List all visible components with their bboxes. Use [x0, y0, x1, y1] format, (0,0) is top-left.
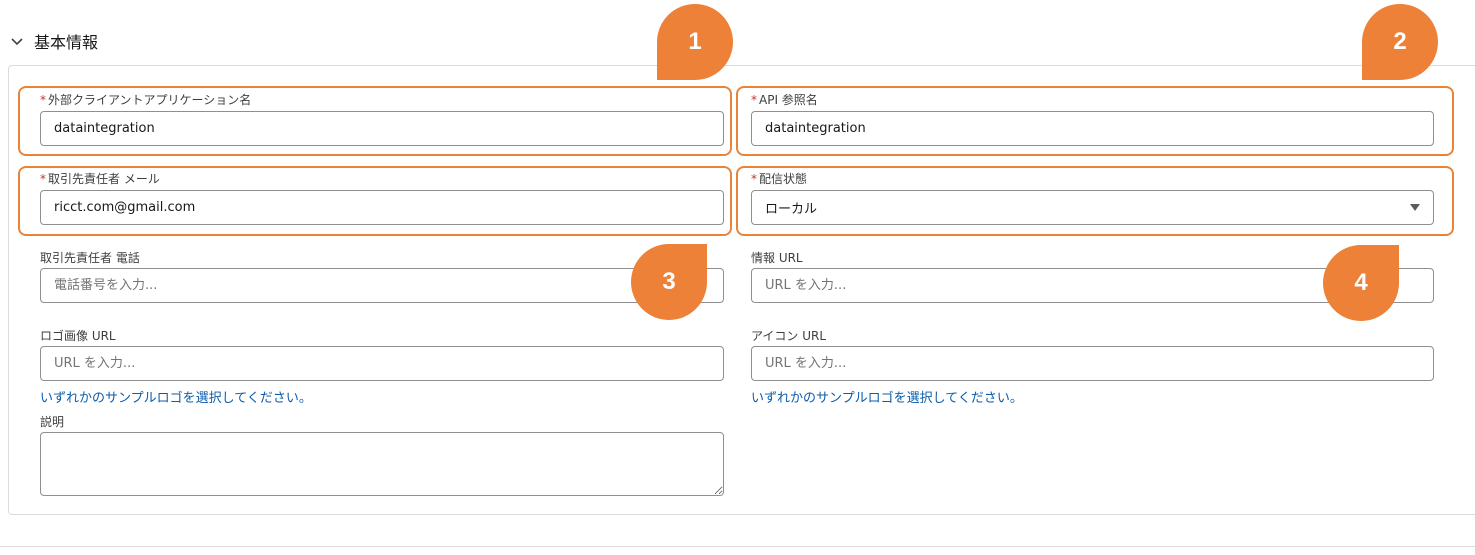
- icon-url-label: アイコン URL: [751, 329, 827, 343]
- logo-url-label: ロゴ画像 URL: [40, 329, 116, 343]
- api-name-input[interactable]: [751, 111, 1434, 146]
- required-marker: *: [40, 172, 46, 186]
- callout-3: 3: [631, 244, 707, 320]
- contact-email-label: * 取引先責任者 メール: [40, 172, 160, 186]
- callout-1: 1: [657, 4, 733, 80]
- contact-phone-input[interactable]: [40, 268, 724, 303]
- required-marker: *: [751, 172, 757, 186]
- required-marker: *: [40, 93, 46, 107]
- required-marker: *: [751, 93, 757, 107]
- distribution-state-value: ローカル: [765, 202, 818, 217]
- section-title: 基本情報: [34, 33, 99, 52]
- logo-url-input[interactable]: [40, 346, 724, 381]
- caret-down-icon[interactable]: [1410, 204, 1420, 211]
- sample-icon-link[interactable]: いずれかのサンプルロゴを選択してください。: [751, 387, 1023, 406]
- sample-logo-link[interactable]: いずれかのサンプルロゴを選択してください。: [40, 387, 312, 406]
- info-url-label: 情報 URL: [751, 251, 803, 265]
- api-name-label: * API 参照名: [751, 93, 818, 107]
- contact-phone-label: 取引先責任者 電話: [40, 251, 140, 265]
- description-label: 説明: [40, 415, 65, 429]
- distribution-state-label: * 配信状態: [751, 172, 808, 186]
- callout-4: 4: [1323, 245, 1399, 321]
- app-name-label: * 外部クライアントアプリケーション名: [40, 93, 252, 107]
- description-textarea[interactable]: [40, 432, 724, 496]
- app-name-input[interactable]: [40, 111, 724, 146]
- divider: [0, 546, 1475, 547]
- icon-url-input[interactable]: [751, 346, 1434, 381]
- callout-2: 2: [1362, 4, 1438, 80]
- distribution-state-select[interactable]: ローカル: [751, 190, 1434, 225]
- section-header[interactable]: 基本情報: [8, 27, 98, 55]
- chevron-down-icon[interactable]: [8, 32, 26, 50]
- contact-email-input[interactable]: [40, 190, 724, 225]
